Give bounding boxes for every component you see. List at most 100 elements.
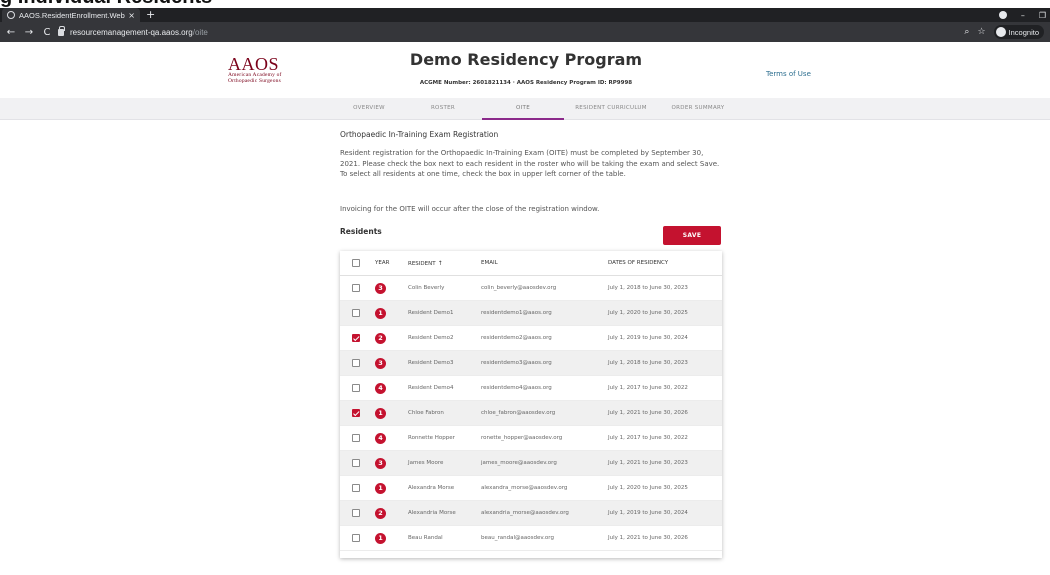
section-title: Orthopaedic In-Training Exam Registratio… [340, 130, 499, 139]
star-icon[interactable]: ☆ [977, 27, 985, 37]
tab-overview[interactable]: Overview [340, 98, 398, 120]
table-row: 4 Resident Demo4 residentdemo4@aaos.org Jul… [340, 376, 722, 401]
tab-roster[interactable]: Roster [414, 98, 472, 120]
table-row: 2 Alexandria Morse alexandria_morse@aaosde… [340, 501, 722, 526]
table-row: 4 Ronnette Hopper ronette_hopper@aaosdev.o… [340, 426, 722, 451]
resident-email: residentdemo1@aaos.org [481, 310, 552, 316]
row-checkbox[interactable] [352, 459, 360, 467]
row-checkbox[interactable] [352, 284, 360, 292]
year-badge: 1 [375, 408, 386, 419]
restore-icon[interactable]: ❐ [1039, 11, 1046, 20]
invoice-note: Invoicing for the OITE will occur after … [340, 205, 600, 213]
year-badge: 3 [375, 358, 386, 369]
address-bar: ← → C resourcemanagement-qa.aaos.org/oit… [0, 22, 1050, 42]
resident-name: Alexandra Morse [408, 485, 455, 491]
address-bar-actions: ⌕ ☆ Incognito [964, 25, 1044, 39]
resident-name: Resident Demo4 [408, 385, 454, 391]
main-nav: Overview Roster OITE Resident Curriculum… [0, 98, 1050, 120]
row-checkbox[interactable] [352, 384, 360, 392]
select-all-checkbox[interactable] [352, 259, 360, 267]
url-path: /oite [192, 27, 208, 37]
lock-icon[interactable] [58, 25, 65, 36]
header-dates[interactable]: Dates of Residency [608, 260, 668, 266]
forward-icon[interactable]: → [22, 27, 36, 38]
new-tab-icon[interactable]: + [146, 9, 155, 21]
incognito-badge[interactable]: Incognito [993, 25, 1044, 39]
resident-name: Resident Demo3 [408, 360, 454, 366]
resident-email: chloe_fabron@aaosdev.org [481, 410, 556, 416]
year-badge: 1 [375, 483, 386, 494]
row-checkbox[interactable] [352, 434, 360, 442]
profile-icon[interactable] [998, 11, 1007, 19]
residents-heading: Residents [340, 227, 382, 236]
residency-dates: July 1, 2017 to June 30, 2022 [608, 435, 688, 441]
zoom-icon[interactable]: ⌕ [964, 27, 969, 37]
save-button[interactable]: Save [663, 226, 721, 245]
resident-name: Resident Demo2 [408, 335, 454, 341]
browser-tab-bar: AAOS.ResidentEnrollment.Web × + – ❐ [0, 8, 1050, 22]
resident-name: Alexandria Morse [408, 510, 456, 516]
row-checkbox[interactable] [352, 309, 360, 317]
site-header: AAOS American Academy of Orthopaedic Sur… [0, 42, 1050, 98]
resident-name: Beau Randal [408, 535, 443, 541]
resident-email: residentdemo2@aaos.org [481, 335, 552, 341]
resident-email: ronette_hopper@aaosdev.org [481, 435, 563, 441]
table-row: 3 James Moore james_moore@aaosdev.org July … [340, 451, 722, 476]
year-badge: 3 [375, 283, 386, 294]
header-email[interactable]: Email [481, 260, 498, 266]
row-checkbox[interactable] [352, 409, 360, 417]
row-checkbox[interactable] [352, 334, 360, 342]
row-checkbox[interactable] [352, 484, 360, 492]
year-badge: 2 [375, 333, 386, 344]
url-host: resourcemanagement-qa.aaos.org [70, 27, 193, 37]
residency-dates: July 1, 2021 to June 30, 2023 [608, 460, 688, 466]
table-row: 1 Alexandra Morse alexandra_morse@aaosdev.… [340, 476, 722, 501]
minimize-icon[interactable]: – [1021, 11, 1025, 20]
table-row: 2 Resident Demo2 residentdemo2@aaos.org Jul… [340, 326, 722, 351]
browser-tab[interactable]: AAOS.ResidentEnrollment.Web × [2, 8, 140, 22]
residency-dates: July 1, 2020 to June 30, 2025 [608, 485, 688, 491]
terms-of-use-link[interactable]: Terms of Use [766, 70, 811, 78]
year-badge: 4 [375, 433, 386, 444]
row-checkbox[interactable] [352, 534, 360, 542]
resident-email: alexandra_morse@aaosdev.org [481, 485, 568, 491]
resident-name: Ronnette Hopper [408, 435, 455, 441]
table-row: 1 Resident Demo1 residentdemo1@aaos.org Jul… [340, 301, 722, 326]
row-checkbox[interactable] [352, 359, 360, 367]
tab-oite[interactable]: OITE [482, 98, 564, 120]
resident-email: residentdemo3@aaos.org [481, 360, 552, 366]
back-icon[interactable]: ← [4, 27, 18, 38]
row-checkbox[interactable] [352, 509, 360, 517]
year-badge: 1 [375, 533, 386, 544]
table-row: 1 Beau Randal beau_randal@aaosdev.org July … [340, 526, 722, 551]
residency-dates: July 1, 2019 to June 30, 2024 [608, 335, 688, 341]
header-year[interactable]: Year [375, 260, 389, 266]
resident-email: colin_beverly@aaosdev.org [481, 285, 557, 291]
residency-dates: July 1, 2020 to June 30, 2025 [608, 310, 688, 316]
reload-icon[interactable]: C [40, 27, 54, 38]
year-badge: 1 [375, 308, 386, 319]
residency-dates: July 1, 2018 to June 30, 2023 [608, 285, 688, 291]
residency-dates: July 1, 2018 to June 30, 2023 [608, 360, 688, 366]
page-caption: g Individual Residents [0, 0, 1050, 8]
resident-name: Colin Beverly [408, 285, 445, 291]
year-badge: 2 [375, 508, 386, 519]
tab-resident-curriculum[interactable]: Resident Curriculum [570, 98, 652, 120]
tab-close-icon[interactable]: × [128, 11, 135, 20]
table-row: 3 Colin Beverly colin_beverly@aaosdev.org J… [340, 276, 722, 301]
resident-name: James Moore [408, 460, 444, 466]
residency-dates: July 1, 2021 to June 30, 2026 [608, 535, 688, 541]
window-controls: – ❐ [998, 8, 1046, 22]
registration-description: Resident registration for the Orthopaedi… [340, 149, 720, 178]
tab-order-summary[interactable]: Order Summary [658, 98, 738, 120]
year-badge: 3 [375, 458, 386, 469]
sort-up-icon[interactable]: ↑ [438, 260, 443, 267]
residency-dates: July 1, 2019 to June 30, 2024 [608, 510, 688, 516]
resident-email: alexandria_morse@aaosdev.org [481, 510, 569, 516]
page-title: Demo Residency Program [409, 50, 643, 69]
year-badge: 4 [375, 383, 386, 394]
residents-table: Year Resident ↑ Email Dates of Residency … [340, 251, 722, 558]
aaos-logo[interactable]: AAOS American Academy of Orthopaedic Sur… [228, 55, 318, 84]
url-input[interactable]: resourcemanagement-qa.aaos.org/oite [58, 25, 948, 39]
header-resident[interactable]: Resident ↑ [408, 260, 443, 267]
